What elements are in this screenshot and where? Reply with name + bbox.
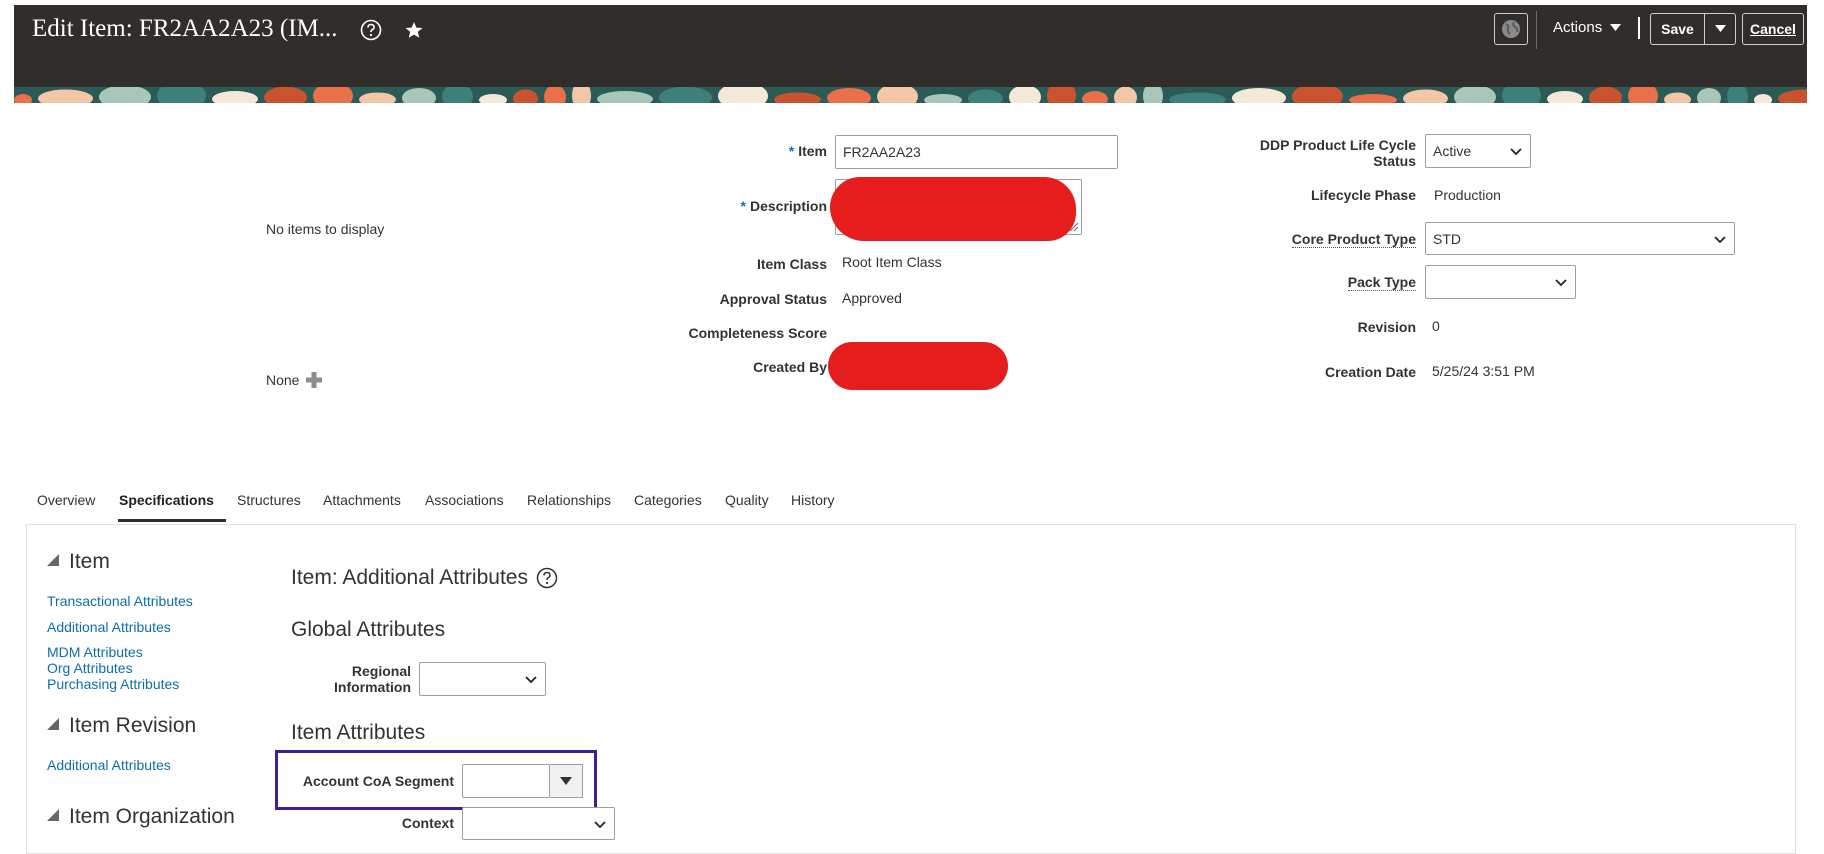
active-tab-indicator (118, 519, 226, 522)
nav-link-org-attributes[interactable]: Org Attributes (47, 660, 133, 676)
context-label: Context (401, 815, 454, 831)
account-coa-segment-input[interactable] (462, 764, 550, 798)
pack-type-label: Pack Type (1347, 274, 1416, 291)
approval-status-label: Approval Status (719, 291, 827, 307)
none-label: None (266, 372, 300, 388)
nav-link-purchasing-attributes[interactable]: Purchasing Attributes (47, 676, 179, 692)
tab-history[interactable]: History (791, 492, 835, 508)
tab-specifications[interactable]: Specifications (119, 492, 214, 508)
core-product-type-label: Core Product Type (1291, 231, 1416, 248)
redaction-mark (828, 342, 1008, 390)
pack-type-select[interactable] (1425, 265, 1576, 299)
nav-link-transactional-attributes[interactable]: Transactional Attributes (47, 593, 193, 609)
tab-structures[interactable]: Structures (237, 492, 301, 508)
ddp-lifecycle-status-label: DDP Product Life Cycle Status (1259, 137, 1416, 169)
none-row: None (266, 371, 323, 389)
nav-link-additional-attributes[interactable]: Additional Attributes (47, 619, 171, 635)
chevron-down-icon (525, 676, 537, 684)
lifecycle-phase-value: Production (1434, 187, 1501, 203)
tab-categories[interactable]: Categories (634, 492, 702, 508)
caret-down-icon (1714, 25, 1726, 32)
save-button[interactable]: Save (1650, 13, 1705, 45)
item-input[interactable] (835, 135, 1118, 169)
caret-down-icon (560, 777, 572, 785)
nav-link-mdm-attributes[interactable]: MDM Attributes (47, 644, 143, 660)
item-attributes-heading: Item Attributes (291, 721, 426, 744)
item-class-value: Root Item Class (842, 254, 942, 270)
revision-value: 0 (1432, 318, 1440, 334)
required-mark: * (788, 143, 795, 159)
tab-relationships[interactable]: Relationships (527, 492, 611, 508)
regional-information-select[interactable] (419, 662, 546, 696)
header-separator (1638, 17, 1640, 39)
header-banner (14, 87, 1807, 103)
approval-status-value: Approved (842, 290, 902, 306)
nav-link-revision-additional-attributes[interactable]: Additional Attributes (47, 757, 171, 773)
chevron-down-icon (1714, 235, 1726, 243)
help-icon[interactable] (536, 567, 558, 589)
ddp-lifecycle-status-select[interactable]: Active (1425, 134, 1531, 168)
account-coa-segment-combobox[interactable] (462, 764, 583, 798)
nav-item-heading[interactable]: Item (47, 550, 110, 574)
core-product-type-select[interactable]: STD (1425, 222, 1735, 255)
item-class-label: Item Class (756, 256, 827, 272)
header-separator (1536, 11, 1537, 49)
nav-item-organization-heading[interactable]: Item Organization (47, 805, 235, 829)
favorite-star-icon[interactable] (404, 20, 424, 40)
context-select[interactable] (462, 807, 615, 840)
globe-button[interactable] (1494, 13, 1528, 45)
regional-information-label: Regional Information (334, 663, 411, 695)
completeness-score-label: Completeness Score (688, 325, 828, 341)
required-mark: * (740, 198, 746, 214)
collapse-triangle-icon (47, 718, 59, 730)
actions-menu[interactable]: Actions (1553, 19, 1622, 36)
content-title: Item: Additional Attributes (291, 566, 528, 589)
content-title-row: Item: Additional Attributes (291, 566, 558, 590)
creation-date-label: Creation Date (1324, 364, 1416, 380)
help-icon[interactable] (360, 19, 382, 41)
account-coa-segment-label: Account CoA Segment (302, 773, 454, 789)
lifecycle-phase-label: Lifecycle Phase (1310, 187, 1416, 203)
add-icon[interactable] (305, 371, 323, 389)
nav-item-revision-heading[interactable]: Item Revision (47, 714, 196, 738)
account-coa-segment-dropdown-button[interactable] (550, 764, 583, 798)
collapse-triangle-icon (47, 809, 59, 821)
caret-down-icon (1610, 24, 1622, 31)
collapse-triangle-icon (47, 554, 59, 566)
description-label: * Description (740, 198, 827, 214)
page-header: Edit Item: FR2AA2A23 (IM... Actions Save… (14, 5, 1807, 103)
page-title: Edit Item: FR2AA2A23 (IM... (32, 15, 338, 42)
chevron-down-icon (594, 820, 606, 828)
globe-icon (1502, 20, 1520, 38)
chevron-down-icon (1510, 148, 1522, 156)
tab-overview[interactable]: Overview (37, 492, 95, 508)
global-attributes-heading: Global Attributes (291, 618, 446, 641)
redaction-mark (830, 177, 1076, 241)
tab-associations[interactable]: Associations (425, 492, 504, 508)
creation-date-value: 5/25/24 3:51 PM (1432, 363, 1535, 379)
revision-label: Revision (1357, 319, 1416, 335)
save-options-button[interactable] (1704, 13, 1736, 45)
actions-label: Actions (1553, 19, 1603, 36)
tab-attachments[interactable]: Attachments (323, 492, 401, 508)
item-label: * Item (788, 143, 827, 159)
created-by-label: Created By (753, 359, 827, 375)
empty-list-text: No items to display (266, 221, 385, 237)
chevron-down-icon (1555, 279, 1567, 287)
cancel-button[interactable]: Cancel (1742, 13, 1804, 45)
tab-quality[interactable]: Quality (725, 492, 769, 508)
